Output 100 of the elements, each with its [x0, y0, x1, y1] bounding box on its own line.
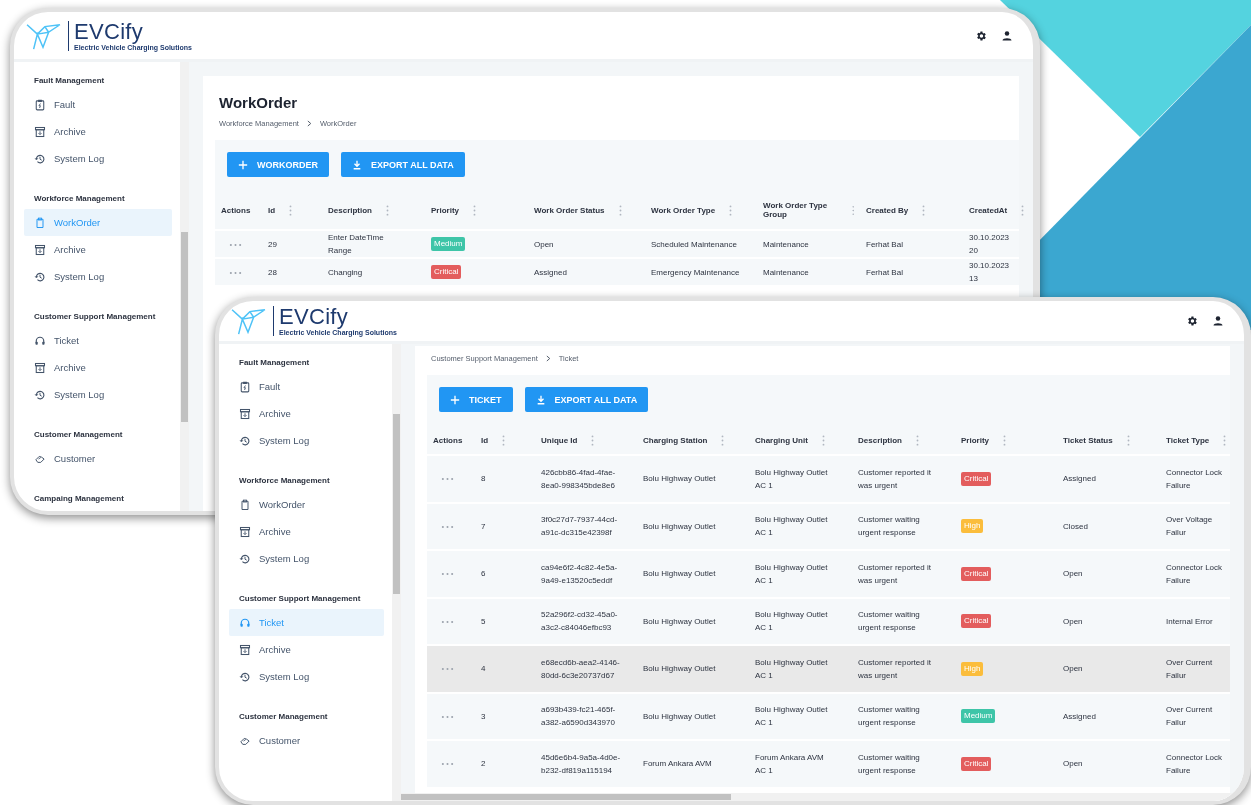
column-menu-icon[interactable] [618, 204, 622, 216]
column-menu-icon[interactable] [591, 434, 595, 446]
sidebar-item[interactable]: Ticket [24, 327, 172, 354]
scrollbar[interactable] [180, 62, 189, 511]
column-menu-icon[interactable] [729, 204, 733, 216]
table-cell: Open [1063, 664, 1083, 674]
column-header[interactable]: Charging Unit [755, 435, 808, 445]
table-cell: 7 [481, 521, 486, 531]
bird-logo-icon [229, 306, 267, 336]
more-actions-icon[interactable] [441, 667, 454, 672]
column-header[interactable]: Description [858, 435, 902, 445]
table-cell: Connector Lock Failure [1166, 467, 1223, 490]
column-header[interactable]: Priority [431, 205, 459, 215]
user-icon[interactable] [1001, 29, 1013, 42]
column-header[interactable]: Priority [961, 435, 989, 445]
column-menu-icon[interactable] [1126, 434, 1130, 446]
table-cell: Bolu Highway Outlet [643, 521, 716, 531]
sidebar-item[interactable]: Archive [24, 354, 172, 381]
column-menu-icon[interactable] [502, 434, 506, 446]
column-menu-icon[interactable] [1021, 204, 1025, 216]
table-cell: Customer reported it was urgent [858, 562, 931, 585]
table-cell: Ferhat Bal [866, 267, 903, 277]
table-cell: 28 [268, 267, 277, 277]
sidebar-item[interactable]: Customer [229, 727, 384, 754]
scrollbar[interactable] [392, 344, 401, 801]
table-cell: 3f0c27d7-7937-44cd-a91c-dc315e42398f [541, 515, 618, 538]
table-cell: 29 [268, 239, 277, 249]
more-actions-icon[interactable] [441, 619, 454, 624]
sidebar-section-heading: Campaing Management [34, 494, 125, 503]
column-header[interactable]: Charging Station [643, 435, 708, 445]
column-header[interactable]: Actions [433, 435, 463, 445]
column-menu-icon[interactable] [1003, 434, 1006, 446]
table-cell: Internal Error [1166, 616, 1213, 626]
column-menu-icon[interactable] [922, 204, 926, 216]
more-actions-icon[interactable] [441, 572, 454, 577]
column-header[interactable]: Work Order Status [534, 205, 605, 215]
sidebar-item[interactable]: System Log [229, 663, 384, 690]
more-actions-icon[interactable] [441, 477, 454, 482]
more-actions-icon[interactable] [441, 714, 454, 719]
sidebar-item[interactable]: System Log [229, 427, 384, 454]
table-cell: Customer reported it was urgent [858, 657, 931, 680]
table-cell: 45d6e6b4-9a5a-4d0e-b232-df819a115194 [541, 752, 621, 775]
table-cell: Open [534, 239, 554, 249]
table-cell: Assigned [534, 267, 567, 277]
table-cell: Forum Ankara AVM AC 1 [755, 752, 824, 775]
sidebar-item[interactable]: WorkOrder [229, 491, 384, 518]
column-menu-icon[interactable] [916, 434, 919, 446]
table-cell: 52a296f2-cd32-45a0-a3c2-c84046efbc93 [541, 610, 618, 633]
column-header[interactable]: Actions [221, 205, 251, 215]
table-cell: Bolu Highway Outlet AC 1 [755, 515, 828, 538]
sidebar-item[interactable]: System Log [24, 263, 172, 290]
user-icon[interactable] [1212, 315, 1224, 327]
sidebar-item[interactable]: Fault [24, 91, 172, 118]
column-header[interactable]: Work Order Type [651, 205, 716, 215]
column-menu-icon[interactable] [473, 204, 476, 216]
column-header[interactable]: Created By [866, 205, 909, 215]
table-cell: Bolu Highway Outlet [643, 474, 716, 484]
table-row[interactable]: 4 e68ecd6b-aea2-4146-80dd-6c3e20737d67 Bolu Highway Outlet Bolu Highway Outlet AC 1 Customer reported it was urgent High Open Over Current Failur [427, 646, 1230, 694]
page-title: WorkOrder [219, 94, 299, 111]
sidebar-item[interactable]: Archive [229, 636, 384, 663]
column-header[interactable]: Id [481, 435, 489, 445]
table-cell: Connector Lock Failure [1166, 562, 1223, 585]
sidebar-item[interactable]: Archive [229, 400, 384, 427]
brand-name: EVCify [74, 20, 144, 43]
column-menu-icon[interactable] [721, 434, 725, 446]
table-cell: 30.10.2023 20 [969, 233, 1010, 256]
sidebar-item[interactable]: System Log [24, 145, 172, 172]
column-menu-icon[interactable] [1223, 434, 1227, 446]
settings-icon[interactable] [1186, 315, 1198, 327]
more-actions-icon[interactable] [229, 270, 242, 275]
priority-badge: Critical [961, 471, 992, 486]
sidebar-item[interactable]: Archive [229, 518, 384, 545]
column-menu-icon[interactable] [289, 204, 293, 216]
column-header[interactable]: Ticket Type [1166, 435, 1210, 445]
column-menu-icon[interactable] [386, 204, 389, 216]
more-actions-icon[interactable] [441, 762, 454, 767]
table-cell: Bolu Highway Outlet AC 1 [755, 610, 828, 633]
column-menu-icon[interactable] [821, 434, 825, 446]
more-actions-icon[interactable] [441, 524, 454, 529]
priority-badge: Critical [961, 756, 992, 771]
table-cell: Scheduled Maintenance [651, 239, 737, 249]
sidebar-item[interactable]: System Log [24, 381, 172, 408]
sidebar-item[interactable]: Customer [24, 445, 172, 472]
more-actions-icon[interactable] [229, 242, 242, 247]
column-header[interactable]: CreatedAt [969, 205, 1008, 215]
sidebar-item[interactable]: Fault [229, 373, 384, 400]
column-header[interactable]: Ticket Status [1063, 435, 1113, 445]
sidebar-item[interactable]: Archive [24, 236, 172, 263]
sidebar-item[interactable]: Archive [24, 118, 172, 145]
table-cell: Open [1063, 616, 1083, 626]
table-cell: Enter DateTime Range [328, 233, 384, 256]
column-header[interactable]: Work Order Type Group [763, 201, 838, 219]
settings-icon[interactable] [975, 29, 987, 42]
priority-badge: Critical [961, 566, 992, 581]
column-header[interactable]: Unique Id [541, 435, 578, 445]
column-header[interactable]: Id [268, 205, 276, 215]
column-header[interactable]: Description [328, 205, 372, 215]
clipboard-icon [239, 498, 251, 511]
table-cell: Bolu Highway Outlet [643, 711, 716, 721]
sidebar-item[interactable]: System Log [229, 545, 384, 572]
